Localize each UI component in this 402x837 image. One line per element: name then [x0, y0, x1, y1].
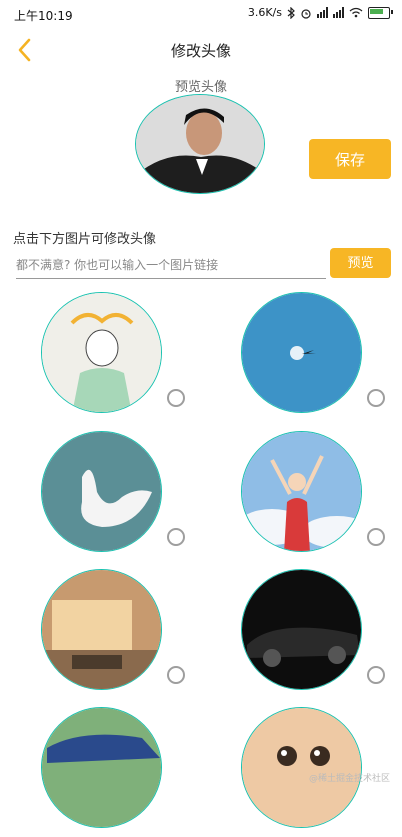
avatar-option-image — [42, 432, 161, 551]
gallery-item-room[interactable] — [41, 569, 201, 699]
avatar-option-image — [42, 570, 161, 689]
battery-icon — [368, 6, 393, 19]
gallery-item-anime-boy[interactable] — [41, 292, 201, 422]
preview-avatar — [135, 94, 265, 194]
radio-button[interactable] — [167, 528, 185, 546]
image-url-input[interactable] — [16, 254, 326, 279]
hint-text: 点击下方图片可修改头像 — [13, 232, 157, 247]
gallery-item-moon-plane[interactable] — [241, 292, 401, 422]
network-speed: 3.6K/s — [247, 6, 282, 19]
avatar-option-image — [242, 293, 361, 412]
nav-bar: 修改头像 — [0, 28, 402, 74]
avatar-photo — [136, 95, 264, 193]
save-button[interactable]: 保存 — [309, 139, 391, 179]
preview-label: 预览头像 — [174, 80, 227, 95]
gallery-item-blue-car[interactable] — [41, 707, 201, 837]
avatar-option-image — [242, 432, 361, 551]
signal-icon — [317, 7, 328, 18]
status-time: 上午10:19 — [14, 9, 73, 23]
wifi-icon — [349, 7, 363, 18]
gallery-item-black-car[interactable] — [241, 569, 401, 699]
radio-button[interactable] — [367, 528, 385, 546]
radio-button[interactable] — [167, 666, 185, 684]
avatar-option-image — [242, 570, 361, 689]
radio-button[interactable] — [367, 666, 385, 684]
status-icons: 3.6K/s — [247, 6, 393, 19]
preview-button[interactable]: 预览 — [330, 248, 391, 278]
avatar-option-image — [42, 293, 161, 412]
alarm-icon — [301, 8, 311, 19]
radio-button[interactable] — [367, 389, 385, 407]
radio-button[interactable] — [167, 389, 185, 407]
avatar-option-image — [242, 708, 361, 827]
signal-icon-2 — [333, 7, 344, 18]
gallery-item-girl-sky[interactable] — [241, 431, 401, 561]
page-title: 修改头像 — [170, 42, 231, 60]
avatar-option-image — [42, 708, 161, 827]
watermark: @稀土掘金技术社区 — [308, 774, 390, 784]
status-bar: 上午10:19 3.6K/s — [0, 0, 402, 28]
bluetooth-icon — [287, 6, 295, 19]
gallery-item-swan[interactable] — [41, 431, 201, 561]
